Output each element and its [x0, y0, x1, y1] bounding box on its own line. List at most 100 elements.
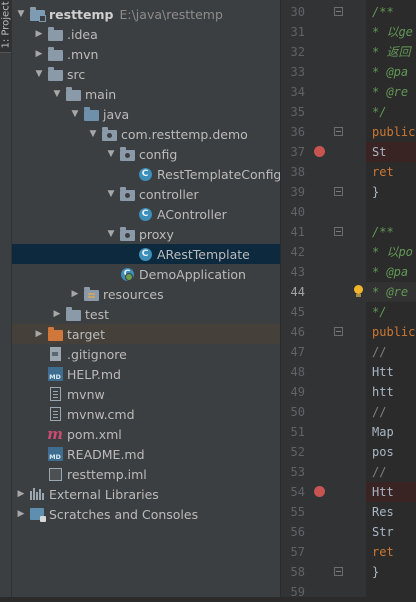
code-line[interactable]: //: [372, 342, 386, 362]
line-number: 43: [290, 265, 305, 279]
expand-arrow-down-icon[interactable]: ▼: [104, 224, 118, 244]
expand-arrow-down-icon[interactable]: ▼: [86, 124, 100, 144]
line-number: 46: [290, 325, 305, 339]
editor-gutter[interactable]: 30 31 32 33 34 35 36 37 38 39 40 41 42 43 44 45 46 47 48 49…: [280, 0, 367, 599]
tree-item-label: test: [85, 306, 110, 322]
tree-item-label: com.resttemp.demo: [121, 126, 248, 142]
code-line[interactable]: */: [372, 302, 386, 322]
tree-item-scratches[interactable]: ▶ Scratches and Consoles: [12, 504, 280, 524]
line-number: 45: [290, 305, 305, 319]
code-line[interactable]: /**: [372, 2, 394, 22]
expand-arrow-down-icon[interactable]: ▼: [50, 84, 64, 104]
code-line[interactable]: Str: [372, 522, 394, 542]
code-line[interactable]: * @re: [372, 282, 408, 302]
code-line[interactable]: Map: [372, 422, 394, 442]
line-number: 41: [290, 225, 305, 239]
tree-item-gitignore[interactable]: ▶.gitignore: [12, 344, 280, 364]
tree-item-target[interactable]: ▶ target: [12, 324, 280, 344]
code-line[interactable]: public: [372, 322, 415, 342]
code-line[interactable]: public: [372, 122, 415, 142]
tree-item-resources[interactable]: ▶ resources: [12, 284, 280, 304]
tree-item-test[interactable]: ▶ test: [12, 304, 280, 324]
tree-item-label: .mvn: [67, 46, 99, 62]
fold-marker-icon[interactable]: [334, 187, 343, 196]
libraries-icon: [28, 486, 46, 502]
tree-item-readme[interactable]: ▶MDREADME.md: [12, 444, 280, 464]
expand-arrow-down-icon[interactable]: ▼: [68, 104, 82, 124]
tree-item-actl[interactable]: ▶CAController: [12, 204, 280, 224]
tree-item-mvnw[interactable]: ▶mvnw: [12, 384, 280, 404]
code-line[interactable]: */: [372, 102, 386, 122]
code-line[interactable]: ret: [372, 542, 394, 562]
expand-arrow-right-icon[interactable]: ▶: [32, 24, 46, 44]
fold-marker-icon[interactable]: [334, 127, 343, 136]
tree-item-pom[interactable]: ▶mpom.xml: [12, 424, 280, 444]
code-editor[interactable]: /** * 以ge * 返回 * @pa * @re */public St r…: [366, 0, 416, 597]
project-tool-window-tab[interactable]: 1: Project: [0, 0, 12, 53]
expand-arrow-right-icon[interactable]: ▶: [14, 484, 28, 504]
tree-item-controller[interactable]: ▼ controller: [12, 184, 280, 204]
tree-item-rtc[interactable]: ▶CRestTemplateConfig: [12, 164, 280, 184]
code-line[interactable]: //: [372, 402, 386, 422]
tree-item-config[interactable]: ▼ config: [12, 144, 280, 164]
tree-item-help[interactable]: ▶MDHELP.md: [12, 364, 280, 384]
expand-arrow-right-icon[interactable]: ▶: [68, 284, 82, 304]
code-line[interactable]: * 以po: [372, 242, 413, 262]
fold-marker-icon[interactable]: [334, 327, 343, 336]
line-number: 56: [290, 525, 305, 539]
code-line[interactable]: Htt: [372, 482, 394, 502]
code-line[interactable]: htt: [372, 382, 394, 402]
code-line[interactable]: Res: [372, 502, 394, 522]
expand-arrow-right-icon[interactable]: ▶: [32, 44, 46, 64]
code-line[interactable]: * 以ge: [372, 22, 413, 42]
tree-item-label: target: [67, 326, 106, 342]
expand-arrow-down-icon[interactable]: ▼: [104, 184, 118, 204]
line-number: 55: [290, 505, 305, 519]
tree-item-idea[interactable]: ▶ .idea: [12, 24, 280, 44]
code-line[interactable]: * @re: [372, 82, 408, 102]
tree-item-art[interactable]: ▶CARestTemplate: [12, 244, 280, 264]
code-line[interactable]: pos: [372, 442, 394, 462]
project-tab-label: 1: Project: [0, 1, 12, 49]
code-line[interactable]: ret: [372, 162, 394, 182]
breakpoint-icon[interactable]: [314, 146, 325, 157]
intention-bulb-icon[interactable]: [353, 285, 363, 297]
line-number: 39: [290, 185, 305, 199]
tree-item-extlibs[interactable]: ▶ External Libraries: [12, 484, 280, 504]
tree-item-label: .idea: [67, 26, 98, 42]
project-tree[interactable]: ▼ resttemp E:\java\resttemp ▶ .idea ▶ .mvn ▼ src…: [12, 0, 280, 597]
expand-arrow-down-icon[interactable]: ▼: [14, 4, 28, 24]
code-line[interactable]: * @pa: [372, 262, 408, 282]
tree-item-mvnwcmd[interactable]: ▶mvnw.cmd: [12, 404, 280, 424]
code-line[interactable]: /**: [372, 222, 394, 242]
fold-marker-icon[interactable]: [334, 227, 343, 236]
expand-arrow-down-icon[interactable]: ▼: [104, 144, 118, 164]
expand-arrow-down-icon[interactable]: ▼: [32, 64, 46, 84]
line-number: 58: [290, 565, 305, 579]
expand-arrow-right-icon[interactable]: ▶: [14, 504, 28, 524]
tree-item-proxy[interactable]: ▼ proxy: [12, 224, 280, 244]
code-line[interactable]: }: [372, 562, 379, 582]
tree-item-demoapp[interactable]: ▶CDemoApplication: [12, 264, 280, 284]
code-line[interactable]: //: [372, 462, 386, 482]
code-line[interactable]: * @pa: [372, 62, 408, 82]
package-icon: [118, 186, 136, 202]
expand-arrow-right-icon[interactable]: ▶: [32, 324, 46, 344]
tree-item-iml[interactable]: ▶resttemp.iml: [12, 464, 280, 484]
tree-item-main[interactable]: ▼ main: [12, 84, 280, 104]
fold-marker-icon[interactable]: [334, 7, 343, 16]
tree-item-root[interactable]: ▼ resttemp E:\java\resttemp: [12, 4, 280, 24]
code-line[interactable]: St: [372, 142, 386, 162]
line-number: 37: [290, 145, 305, 159]
expand-arrow-right-icon[interactable]: ▶: [50, 304, 64, 324]
tree-item-java[interactable]: ▼ java: [12, 104, 280, 124]
tree-item-src[interactable]: ▼ src: [12, 64, 280, 84]
code-line[interactable]: Htt: [372, 362, 394, 382]
breakpoint-icon[interactable]: [314, 486, 325, 497]
tree-item-mvn[interactable]: ▶ .mvn: [12, 44, 280, 64]
tree-item-pkg[interactable]: ▼ com.resttemp.demo: [12, 124, 280, 144]
code-line[interactable]: * 返回: [372, 42, 410, 62]
code-line[interactable]: }: [372, 182, 379, 202]
fold-marker-icon[interactable]: [334, 567, 343, 576]
line-number: 33: [290, 65, 305, 79]
